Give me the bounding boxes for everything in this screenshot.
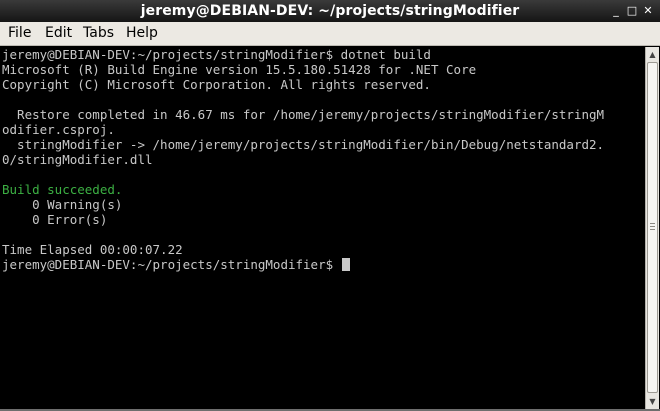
menu-file[interactable]: File: [8, 22, 31, 45]
scroll-up-arrow-icon[interactable]: ▲: [646, 48, 659, 61]
build-status-line: Build succeeded.: [2, 182, 123, 197]
terminal-line: Restore completed in 46.67 ms for /home/…: [2, 107, 605, 122]
title-bar[interactable]: jeremy@DEBIAN-DEV: ~/projects/stringModi…: [0, 0, 660, 22]
terminal-line: 0 Error(s): [2, 212, 108, 227]
terminal-line: Microsoft (R) Build Engine version 15.5.…: [2, 62, 477, 77]
prompt-text: jeremy@DEBIAN-DEV:~/projects/stringModif…: [2, 257, 341, 272]
menu-tabs[interactable]: Tabs: [83, 22, 114, 45]
terminal-line: stringModifier -> /home/jeremy/projects/…: [2, 137, 605, 152]
grip-line: [650, 226, 655, 227]
grip-line: [650, 223, 655, 224]
minimize-button[interactable]: _: [609, 4, 623, 18]
close-button[interactable]: ✕: [641, 4, 655, 18]
menu-edit[interactable]: Edit: [45, 22, 72, 45]
terminal-window: jeremy@DEBIAN-DEV: ~/projects/stringModi…: [0, 0, 660, 411]
vertical-scrollbar[interactable]: ▲ ▼: [645, 47, 659, 409]
menu-help[interactable]: Help: [126, 22, 158, 45]
prompt-line: jeremy@DEBIAN-DEV:~/projects/stringModif…: [2, 257, 644, 272]
menu-bar: File Edit Tabs Help: [0, 22, 660, 46]
terminal-line: Copyright (C) Microsoft Corporation. All…: [2, 77, 431, 92]
terminal-line: jeremy@DEBIAN-DEV:~/projects/stringModif…: [2, 47, 431, 62]
terminal-output[interactable]: jeremy@DEBIAN-DEV:~/projects/stringModif…: [2, 47, 644, 409]
terminal-line: Time Elapsed 00:00:07.22: [2, 242, 183, 257]
grip-line: [650, 229, 655, 230]
terminal-line: odifier.csproj.: [2, 122, 115, 137]
scroll-down-arrow-icon[interactable]: ▼: [646, 395, 659, 408]
window-title: jeremy@DEBIAN-DEV: ~/projects/stringModi…: [140, 3, 520, 19]
terminal-line: 0/stringModifier.dll: [2, 152, 153, 167]
maximize-button[interactable]: □: [625, 4, 639, 18]
text-cursor: [341, 258, 350, 271]
terminal-line: 0 Warning(s): [2, 197, 123, 212]
terminal-text: jeremy@DEBIAN-DEV:~/projects/stringModif…: [2, 47, 644, 272]
scrollbar-thumb[interactable]: [647, 62, 658, 393]
